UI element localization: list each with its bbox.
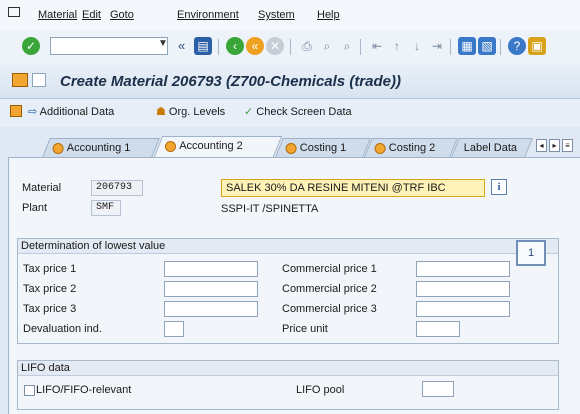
tab-strip: Accounting 1 Accounting 2 Costing 1 Cost… <box>0 133 580 157</box>
tax-price-3-label: Tax price 3 <box>23 303 77 315</box>
tab-costing-2[interactable]: Costing 2 <box>364 138 458 157</box>
plant-field: SMF <box>91 200 121 216</box>
exit-icon[interactable]: « <box>246 37 264 55</box>
tab-status-icon <box>52 143 64 154</box>
chevron-down-icon[interactable]: ▼ <box>158 38 168 49</box>
last-page-icon[interactable]: ⇥ <box>428 37 446 55</box>
previous-page-icon[interactable]: ↑ <box>388 37 406 55</box>
menu-dropdown-icon[interactable] <box>32 73 46 87</box>
price-unit-input[interactable] <box>416 321 460 337</box>
commercial-price-1-input[interactable] <box>416 261 510 277</box>
menu-bar: Material Edit Goto Environment System He… <box>0 0 580 31</box>
plant-description: SSPI-IT /SPINETTA <box>221 203 319 215</box>
material-label: Material <box>22 182 62 194</box>
commercial-price-2-input[interactable] <box>416 281 510 297</box>
enter-icon[interactable]: ✓ <box>22 37 40 55</box>
tab-scroll-right-icon[interactable]: ▸ <box>549 139 560 152</box>
next-page-icon[interactable]: ↓ <box>408 37 426 55</box>
material-field: 206793 <box>91 180 143 196</box>
menu-edit[interactable]: Edit <box>82 9 101 21</box>
tab-status-icon <box>285 143 297 154</box>
tax-price-2-label: Tax price 2 <box>23 283 77 295</box>
additional-data-icon <box>10 105 22 117</box>
lifo-group: LIFO data LIFO/FIFO-relevant LIFO pool <box>17 360 559 410</box>
tax-price-2-input[interactable] <box>164 281 258 297</box>
check-icon: ✓ <box>244 106 257 118</box>
menu-help[interactable]: Help <box>317 9 340 21</box>
tab-list-icon[interactable]: ≡ <box>562 139 573 152</box>
org-levels-icon: ☗ <box>156 106 169 118</box>
tab-accounting-1[interactable]: Accounting 1 <box>42 138 160 157</box>
toolbar-separator <box>500 39 501 55</box>
additional-data-label: Additional Data <box>39 106 115 118</box>
menu-environment[interactable]: Environment <box>177 9 239 21</box>
customize-layout-icon[interactable]: ▣ <box>528 37 546 55</box>
cancel-icon[interactable]: ✕ <box>266 37 284 55</box>
tab-scroll-left-icon[interactable]: ◂ <box>536 139 547 152</box>
price-unit-label: Price unit <box>282 323 328 335</box>
commercial-price-3-input[interactable] <box>416 301 510 317</box>
material-description-field[interactable]: SALEK 30% DA RESINE MITENI @TRF IBC <box>221 179 485 197</box>
tab-status-icon <box>374 143 386 154</box>
devaluation-input[interactable] <box>164 321 184 337</box>
title-bar: Create Material 206793 (Z700-Chemicals (… <box>0 64 580 99</box>
page-title: Create Material 206793 (Z700-Chemicals (… <box>60 73 401 90</box>
save-icon[interactable]: ▤ <box>194 37 212 55</box>
tab-accounting-2[interactable]: Accounting 2 <box>153 136 283 157</box>
tab-costing-1[interactable]: Costing 1 <box>275 138 371 157</box>
command-field[interactable] <box>50 37 168 55</box>
menu-goto[interactable]: Goto <box>110 9 134 21</box>
menu-system[interactable]: System <box>258 9 295 21</box>
check-screen-data-button[interactable]: ✓ Check Screen Data <box>244 105 352 118</box>
org-levels-button[interactable]: ☗ Org. Levels <box>156 105 225 118</box>
lifo-pool-input[interactable] <box>422 381 454 397</box>
commercial-price-1-label: Commercial price 1 <box>282 263 377 275</box>
org-levels-label: Org. Levels <box>168 106 226 118</box>
find-icon[interactable]: ⌕ <box>318 37 336 55</box>
lifo-relevant-label: LIFO/FIFO-relevant <box>36 384 132 396</box>
sap-menu-icon[interactable] <box>8 7 20 17</box>
commercial-price-2-label: Commercial price 2 <box>282 283 377 295</box>
help-icon[interactable]: ? <box>508 37 526 55</box>
toolbar-separator <box>450 39 451 55</box>
lowest-value-title: Determination of lowest value <box>18 239 558 254</box>
application-toolbar: ⇨ Additional Data ☗ Org. Levels ✓ Check … <box>0 99 580 127</box>
arrow-right-icon: ⇨ <box>28 106 40 118</box>
plant-label: Plant <box>22 202 48 214</box>
lifo-pool-label: LIFO pool <box>296 384 345 396</box>
back-icon[interactable]: « <box>178 38 185 53</box>
tax-price-1-label: Tax price 1 <box>23 263 77 275</box>
lowest-value-group: Determination of lowest value Tax price … <box>17 238 559 344</box>
tab-status-icon <box>165 141 176 152</box>
menu-material[interactable]: Material <box>38 9 77 21</box>
additional-data-button[interactable]: ⇨ Additional Data <box>28 105 114 118</box>
new-session-icon[interactable]: ▦ <box>458 37 476 55</box>
tab-label-data[interactable]: Label Data <box>451 138 533 157</box>
step-marker-badge: 1 <box>516 240 546 266</box>
devaluation-label: Devaluation ind. <box>23 323 102 335</box>
back-green-icon[interactable]: ‹ <box>226 37 244 55</box>
first-page-icon[interactable]: ⇤ <box>368 37 386 55</box>
transaction-icon[interactable] <box>12 73 28 87</box>
tax-price-3-input[interactable] <box>164 301 258 317</box>
shortcut-icon[interactable]: ▧ <box>478 37 496 55</box>
tax-price-1-input[interactable] <box>164 261 258 277</box>
check-screen-data-label: Check Screen Data <box>256 106 352 118</box>
tab-content-panel: Material 206793 SALEK 30% DA RESINE MITE… <box>8 157 580 414</box>
print-icon[interactable]: ⎙ <box>298 37 316 55</box>
find-next-icon[interactable]: ⌕ <box>338 37 356 55</box>
lifo-title: LIFO data <box>18 361 558 376</box>
standard-toolbar: ✓ ▼ « ▤ ‹ « ✕ ⎙ ⌕ ⌕ ⇤ ↑ ↓ ⇥ ▦ ▧ ? ▣ <box>0 30 580 65</box>
toolbar-separator <box>218 39 219 55</box>
info-icon[interactable]: i <box>491 179 507 195</box>
toolbar-separator <box>290 39 291 55</box>
lifo-relevant-checkbox[interactable] <box>24 385 35 396</box>
toolbar-separator <box>360 39 361 55</box>
commercial-price-3-label: Commercial price 3 <box>282 303 377 315</box>
